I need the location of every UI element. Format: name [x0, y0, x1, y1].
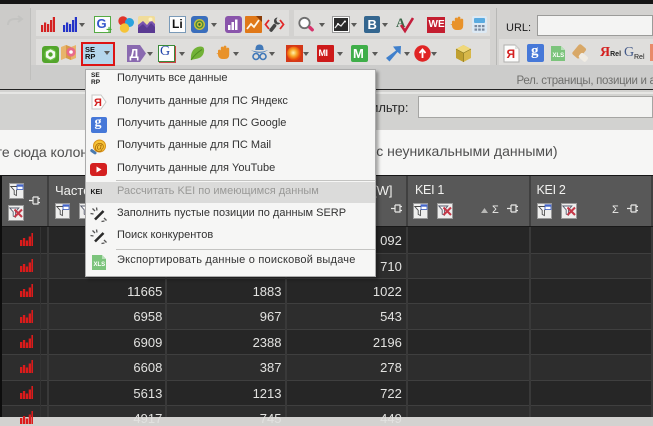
svg-text:Я: Я — [507, 47, 516, 61]
svg-text:A: A — [396, 15, 406, 30]
svg-text:Я: Я — [94, 97, 102, 109]
svg-text:@: @ — [95, 142, 105, 153]
svg-text:XLS: XLS — [553, 53, 565, 59]
svg-text:Д: Д — [129, 46, 139, 61]
svg-text:XLS: XLS — [93, 262, 105, 268]
